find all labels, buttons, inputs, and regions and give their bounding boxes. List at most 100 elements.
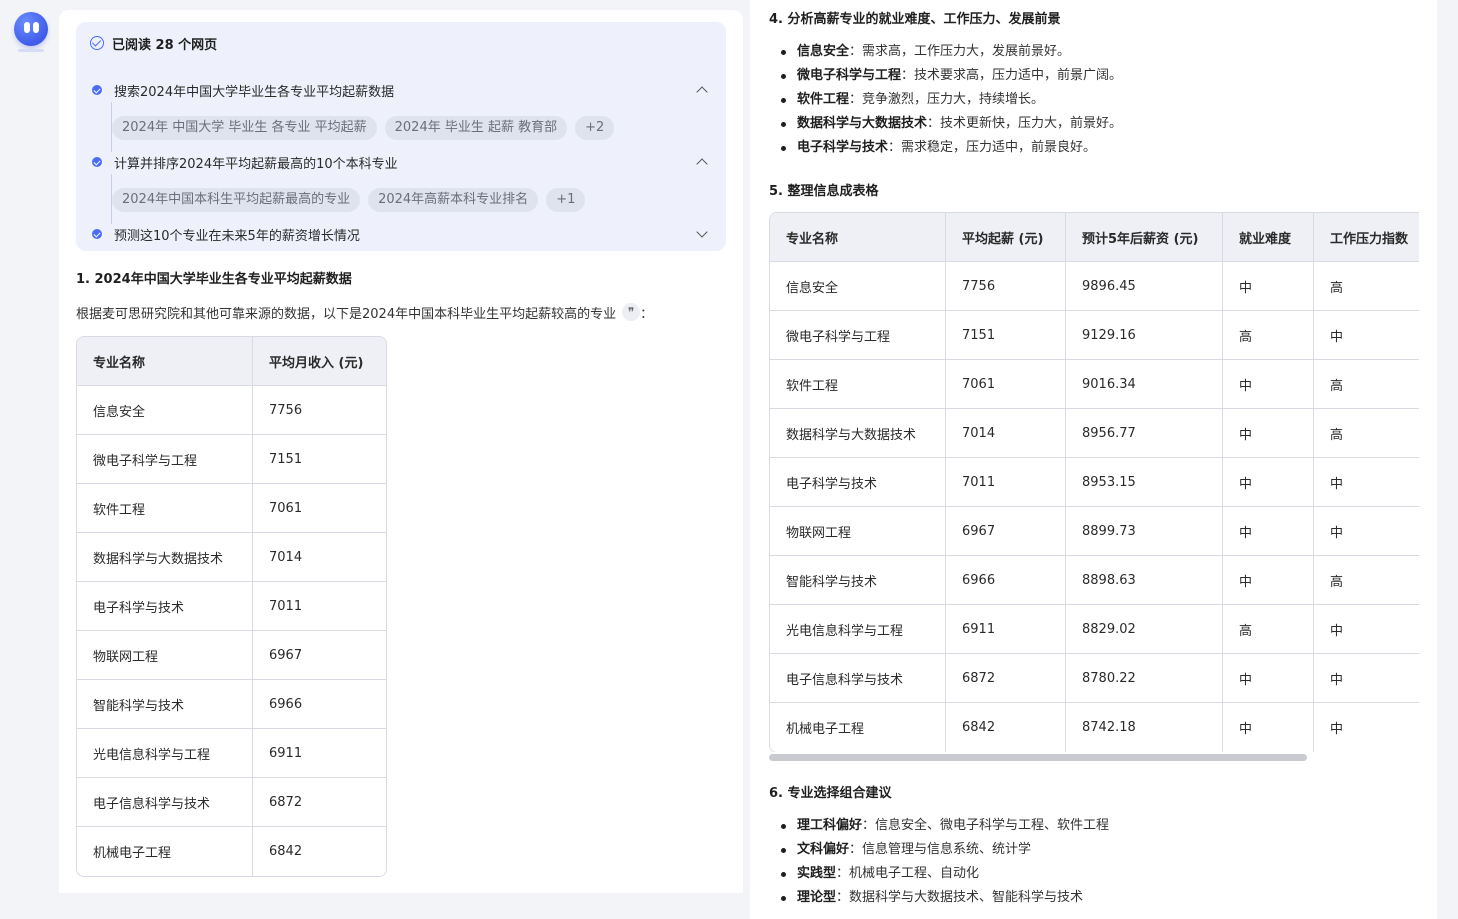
start-salary-cell: 6911: [946, 605, 1066, 654]
page-scrollbar-track[interactable]: [1437, 0, 1458, 919]
list-item: 理论型：数据科学与大数据技术、智能科学与技术: [769, 886, 1109, 910]
difficulty-cell: 中: [1223, 360, 1314, 409]
table-row: 电子信息科学与技术 6872 8780.22 中中: [770, 654, 1419, 703]
major-name-cell: 光电信息科学与工程: [77, 729, 253, 778]
major-name-cell: 电子科学与技术: [770, 458, 946, 507]
query-chip[interactable]: 2024年 毕业生 起薪 教育部: [384, 116, 568, 140]
major-name-cell: 智能科学与技术: [77, 680, 253, 729]
search-step-2[interactable]: 计算并排序2024年平均起薪最高的10个本科专业: [92, 152, 712, 172]
column-header: 专业名称: [77, 337, 253, 386]
table-row: 物联网工程 6967 8899.73 中中: [770, 507, 1419, 556]
chevron-down-icon[interactable]: [696, 226, 708, 238]
table-header-row: 专业名称 平均月收入 (元): [77, 337, 386, 386]
projected-salary-cell: 8742.18: [1066, 703, 1223, 752]
start-salary-cell: 7011: [946, 458, 1066, 507]
table-row: 光电信息科学与工程 6911: [77, 729, 386, 778]
start-salary-cell: 7061: [946, 360, 1066, 409]
answer-card: 已阅读 28 个网页 搜索2024年中国大学毕业生各专业平均起薪数据 2024年…: [59, 10, 743, 893]
list-item-term: 文科偏好: [797, 842, 850, 857]
list-item-text: ：需求高，工作压力大，发展前景好。: [849, 44, 1071, 59]
list-item-text: ：技术更新快，压力大，前景好。: [927, 116, 1123, 131]
column-header: 平均起薪 (元): [946, 213, 1066, 262]
step-check-icon: [92, 229, 102, 239]
difficulty-cell: 中: [1223, 507, 1314, 556]
quote-icon[interactable]: ❞: [622, 303, 641, 321]
salary-cell: 6966: [253, 680, 386, 729]
list-item: 信息安全：需求高，工作压力大，发展前景好。: [769, 40, 1122, 64]
column-header: 就业难度: [1223, 213, 1314, 262]
major-name-cell: 信息安全: [77, 386, 253, 435]
difficulty-cell: 中: [1223, 703, 1314, 752]
projected-salary-cell: 8829.02: [1066, 605, 1223, 654]
difficulty-cell: 中: [1223, 409, 1314, 458]
start-salary-cell: 7014: [946, 409, 1066, 458]
more-queries-chip[interactable]: +2: [575, 116, 615, 140]
search-step-1[interactable]: 搜索2024年中国大学毕业生各专业平均起薪数据: [92, 80, 712, 100]
query-chip[interactable]: 2024年高薪本科专业排名: [368, 188, 539, 212]
list-item-term: 理工科偏好: [797, 818, 863, 833]
start-salary-cell: 6966: [946, 556, 1066, 605]
pressure-cell: 中: [1314, 458, 1419, 507]
chevron-up-icon[interactable]: [696, 158, 708, 170]
table-row: 光电信息科学与工程 6911 8829.02 高中: [770, 605, 1419, 654]
table-row: 信息安全 7756 9896.45 中高: [770, 262, 1419, 311]
difficulty-cell: 中: [1223, 262, 1314, 311]
pressure-cell: 中: [1330, 722, 1344, 737]
check-circle-icon: [90, 36, 104, 50]
section-4-list: 信息安全：需求高，工作压力大，发展前景好。 微电子科学与工程：技术要求高，压力适中…: [769, 40, 1122, 160]
chevron-up-icon[interactable]: [696, 86, 708, 98]
wide-table-viewport[interactable]: 专业名称 平均起薪 (元) 预计5年后薪资 (元) 就业难度 工作压力指数 信息…: [769, 212, 1419, 752]
list-item-term: 微电子科学与工程: [797, 68, 902, 83]
pressure-cell: 高: [1314, 262, 1419, 311]
table-row: 数据科学与大数据技术 7014: [77, 533, 386, 582]
difficulty-cell: 中: [1223, 654, 1314, 703]
list-item-text: ：信息安全、微电子科学与工程、软件工程: [862, 818, 1110, 833]
major-name-cell: 软件工程: [770, 360, 946, 409]
major-name-cell: 智能科学与技术: [770, 556, 946, 605]
start-salary-cell: 7151: [946, 311, 1066, 360]
table-row: 智能科学与技术 6966: [77, 680, 386, 729]
search-summary[interactable]: 已阅读 28 个网页: [90, 34, 217, 53]
list-item: 微电子科学与工程：技术要求高，压力适中，前景广阔。: [769, 64, 1122, 88]
salary-forecast-table: 专业名称 平均起薪 (元) 预计5年后薪资 (元) 就业难度 工作压力指数 信息…: [769, 212, 1419, 752]
list-item-term: 信息安全: [797, 44, 850, 59]
query-chip[interactable]: 2024年中国本科生平均起薪最高的专业: [112, 188, 361, 212]
right-pane: 4. 分析高薪专业的就业难度、工作压力、发展前景 信息安全：需求高，工作压力大，…: [750, 0, 1437, 919]
list-item-term: 软件工程: [797, 92, 850, 107]
projected-salary-cell: 8953.15: [1066, 458, 1223, 507]
pressure-cell: 中: [1314, 654, 1419, 703]
table-row: 物联网工程 6967: [77, 631, 386, 680]
list-item-text: ：技术要求高，压力适中，前景广阔。: [901, 68, 1123, 83]
search-step-3[interactable]: 预测这10个专业在未来5年的薪资增长情况: [92, 224, 712, 244]
table-row: 信息安全 7756: [77, 386, 386, 435]
horizontal-scrollbar[interactable]: [769, 754, 1307, 761]
projected-salary-cell: 8898.63: [1066, 556, 1223, 605]
list-item: 文科偏好：信息管理与信息系统、统计学: [769, 838, 1109, 862]
salary-cell: 7151: [253, 435, 386, 484]
column-header: 专业名称: [770, 213, 946, 262]
list-item-text: ：数据科学与大数据技术、智能科学与技术: [836, 890, 1084, 905]
major-name-cell: 信息安全: [770, 262, 946, 311]
start-salary-cell: 7756: [946, 262, 1066, 311]
step-check-icon: [92, 157, 102, 167]
list-item-text: ：需求稳定，压力适中，前景良好。: [888, 140, 1097, 155]
query-chip[interactable]: 2024年 中国大学 毕业生 各专业 平均起薪: [112, 116, 377, 140]
table-row: 数据科学与大数据技术 7014 8956.77 中高: [770, 409, 1419, 458]
avatar-eye-left: [24, 22, 30, 33]
major-name-cell: 数据科学与大数据技术: [770, 409, 946, 458]
query-chips-1: 2024年 中国大学 毕业生 各专业 平均起薪 2024年 毕业生 起薪 教育部…: [112, 116, 615, 140]
table-row: 电子信息科学与技术 6872: [77, 778, 386, 827]
major-name-cell: 数据科学与大数据技术: [77, 533, 253, 582]
section-1-title: 1. 2024年中国大学毕业生各专业平均起薪数据: [76, 272, 352, 287]
list-item-term: 理论型: [797, 890, 837, 905]
more-queries-chip[interactable]: +1: [546, 188, 586, 212]
major-name-cell: 光电信息科学与工程: [770, 605, 946, 654]
salary-cell: 7061: [253, 484, 386, 533]
major-name-cell: 电子信息科学与技术: [77, 778, 253, 827]
projected-salary-cell: 9016.34: [1066, 360, 1223, 409]
table-row: 智能科学与技术 6966 8898.63 中高: [770, 556, 1419, 605]
table-row: 软件工程 7061 9016.34 中高: [770, 360, 1419, 409]
list-item-term: 电子科学与技术: [797, 140, 889, 155]
major-name-cell: 物联网工程: [77, 631, 253, 680]
section-1-intro: 根据麦可思研究院和其他可靠来源的数据，以下是2024年中国本科毕业生平均起薪较高…: [76, 302, 653, 322]
